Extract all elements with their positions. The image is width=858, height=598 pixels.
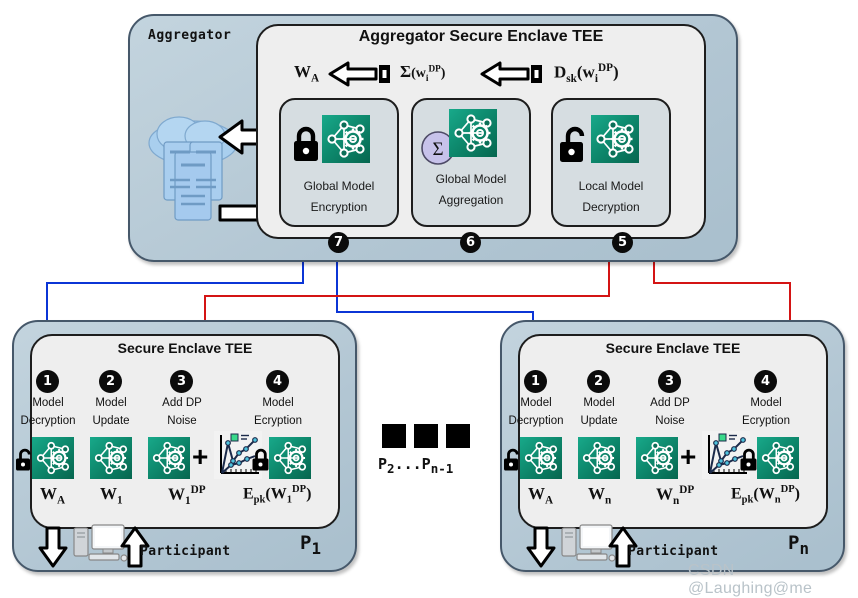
card-label-line1-0: Global Model — [303, 179, 375, 193]
pn-step-badge-3: 3 — [658, 370, 681, 393]
card-label-line2-1: Aggregation — [438, 193, 504, 207]
neural-net-glyph — [273, 441, 307, 475]
nn-icon-agg-agg — [449, 109, 497, 157]
p1-arrow-down — [38, 526, 68, 568]
p1-step-label4-1: Model — [262, 397, 294, 409]
p1-step-badge-1: 1 — [36, 370, 59, 393]
svg-text:Σ: Σ — [432, 139, 443, 160]
p1-step-label2-2: Update — [92, 415, 130, 427]
flow-arrow-right — [480, 61, 542, 87]
p1-step-badge-3: 3 — [170, 370, 193, 393]
neural-net-glyph — [152, 441, 186, 475]
p1-panel-label: P1 — [300, 532, 321, 558]
pn-panel-label: Pn — [788, 532, 809, 558]
nn-icon-agg-enc — [322, 115, 370, 163]
nn-icon-agg-dec — [591, 115, 639, 163]
neural-net-glyph — [640, 441, 674, 475]
pn-step-badge-2: 2 — [587, 370, 610, 393]
pn-step-label4-2: Ecryption — [742, 415, 790, 427]
pn-nn-icon-3 — [636, 437, 678, 479]
flow-label-sum: Σ(wiDP) — [400, 62, 446, 83]
p1-lock-open-icon — [16, 448, 31, 471]
pn-step-label1-1: Model — [520, 397, 552, 409]
p1-plus-sign: + — [192, 441, 209, 472]
p1-nn-icon-4 — [269, 437, 311, 479]
pn-nn-icon-4 — [757, 437, 799, 479]
neural-net-glyph — [327, 120, 365, 158]
participants-ellipsis-label: P2...Pn-1 — [378, 455, 454, 476]
p1-formula-3: W1DP — [168, 484, 206, 508]
pn-step-badge-1: 1 — [524, 370, 547, 393]
aggregator-label: Aggregator — [148, 28, 232, 43]
watermark: CSDN @Laughing@me — [688, 562, 813, 597]
p1-step-label3-2: Noise — [167, 415, 197, 427]
p1-participant-label: Participant — [140, 544, 231, 559]
pn-formula-2: Wn — [588, 484, 612, 507]
p1-formula-4: Epk(W1DP) — [243, 484, 312, 506]
placeholder-square-1 — [382, 424, 406, 448]
p1-formula-2: W1 — [100, 484, 123, 507]
p1-lock-closed-icon — [252, 448, 269, 471]
pn-nn-icon-2 — [578, 437, 620, 479]
step-badge-6: 6 — [460, 232, 481, 253]
neural-net-glyph — [596, 120, 634, 158]
neural-net-glyph — [94, 441, 128, 475]
pn-formula-3: WnDP — [656, 484, 695, 508]
pn-lock-open-icon — [504, 448, 519, 471]
p1-step-label1-1: Model — [32, 397, 64, 409]
flow-label-wa: WA — [294, 62, 320, 85]
card-label-line1-1: Global Model — [435, 172, 507, 186]
pn-formula-4: Epk(WnDP) — [731, 484, 800, 506]
p1-step-badge-4: 4 — [266, 370, 289, 393]
lock-closed-icon — [294, 126, 318, 161]
pn-lock-closed-icon — [740, 448, 757, 471]
p1-nn-icon-1 — [32, 437, 74, 479]
pn-arrow-down — [526, 526, 556, 568]
neural-net-glyph — [582, 441, 616, 475]
pn-step-label3-1: Add DP — [650, 397, 690, 409]
p1-step-label3-1: Add DP — [162, 397, 202, 409]
step-badge-5: 5 — [612, 232, 633, 253]
flow-arrow-left — [328, 61, 390, 87]
pn-step-label2-1: Model — [583, 397, 615, 409]
participant-enclave-title-pn: Secure Enclave TEE — [605, 340, 741, 356]
pn-step-label3-2: Noise — [655, 415, 685, 427]
pn-participant-label: Participant — [628, 544, 719, 559]
card-label-line2-0: Encryption — [310, 200, 368, 214]
pn-plus-sign: + — [680, 441, 697, 472]
aggregator-enclave-title: Aggregator Secure Enclave TEE — [358, 28, 604, 45]
diagram-canvas: Aggregator Aggregator Secure Enclave TEE — [0, 0, 858, 597]
flow-label-dsk: Dsk(wiDP) — [554, 62, 619, 86]
participant-enclave-title-p1: Secure Enclave TEE — [117, 340, 253, 356]
p1-nn-icon-2 — [90, 437, 132, 479]
neural-net-glyph — [761, 441, 795, 475]
p1-step-label4-2: Ecryption — [254, 415, 302, 427]
p1-formula-1: WA — [40, 484, 66, 507]
step-badge-7: 7 — [328, 232, 349, 253]
placeholder-square-2 — [414, 424, 438, 448]
p1-nn-icon-3 — [148, 437, 190, 479]
neural-net-glyph — [524, 441, 558, 475]
pn-nn-icon-1 — [520, 437, 562, 479]
lock-open-icon — [560, 126, 585, 162]
p1-step-label2-1: Model — [95, 397, 127, 409]
card-label-line1-2: Local Model — [578, 179, 644, 193]
pn-step-badge-4: 4 — [754, 370, 777, 393]
p1-step-badge-2: 2 — [99, 370, 122, 393]
neural-net-glyph — [454, 114, 492, 152]
pn-step-label4-1: Model — [750, 397, 782, 409]
placeholder-square-3 — [446, 424, 470, 448]
pn-formula-1: WA — [528, 484, 554, 507]
neural-net-glyph — [36, 441, 70, 475]
card-label-line2-2: Decryption — [582, 200, 640, 214]
pn-step-label2-2: Update — [580, 415, 618, 427]
